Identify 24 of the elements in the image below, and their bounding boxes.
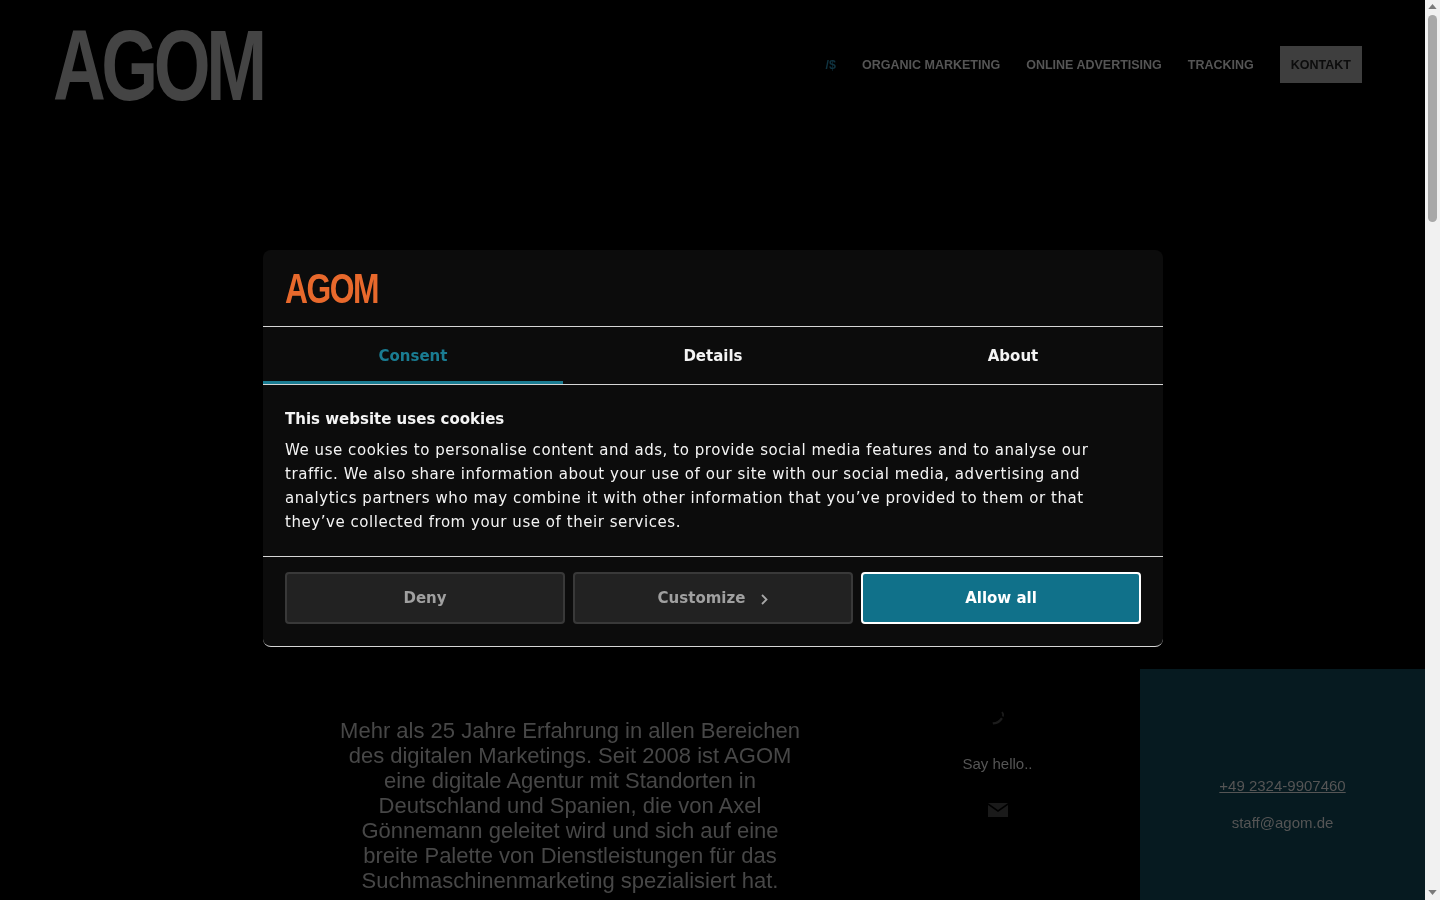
nav-link[interactable]: ORGANIC MARKETING [861,57,1001,72]
chevron-right-icon [761,594,769,605]
nav-link[interactable]: ONLINE ADVERTISING [1026,57,1162,72]
symbol-link[interactable]: /$ [825,57,836,72]
dialog-logo: AGOM [285,272,379,304]
intro-text: Mehr als 25 Jahre Erfahrung in allen Bereichen des digitalen Marketings. Seit 2008 ist AGOM eine digitale Agentur mit Standorten in Deutschland und Spanien, die von Axel Gönnemann geleitet wird und sich auf eine breite Palette von Dienstleistungen für das Suchmaschinenmarketing spezialisiert hat. [339,718,801,893]
phone-link[interactable]: +49 2324-9907460 [1219,777,1346,795]
dialog-tab[interactable]: About [863,327,1163,384]
scrollbar[interactable] [1425,0,1440,900]
scroll-up-icon[interactable] [1428,4,1437,9]
scrollbar-thumb[interactable] [1428,15,1437,222]
mail-icon [987,803,1008,817]
deny-button[interactable]: Deny [285,572,565,624]
dialog-heading: This website uses cookies [285,409,506,429]
logo[interactable]: AGOM [53,28,263,102]
allow-all-button[interactable]: Allow all [861,572,1141,624]
email-link[interactable]: staff@agom.de [1231,814,1334,832]
customize-button[interactable]: Customize [573,572,853,624]
dialog-tab[interactable]: Details [563,327,863,384]
dialog-text: We use cookies to personalise content and ads, to provide social media features and to analyse our traffic. We also share information about your use of our site with our social media, advertising and analytics partners who may combine it with other information that you’ve provided to them or that they’ve collected from your use of their services. [285,440,1090,533]
scroll-down-icon[interactable] [1428,890,1437,895]
dialog-tab[interactable]: Consent [263,327,563,384]
say-hello-text: Say hello.. [962,755,1033,773]
nav-link[interactable]: TRACKING [1187,57,1254,72]
